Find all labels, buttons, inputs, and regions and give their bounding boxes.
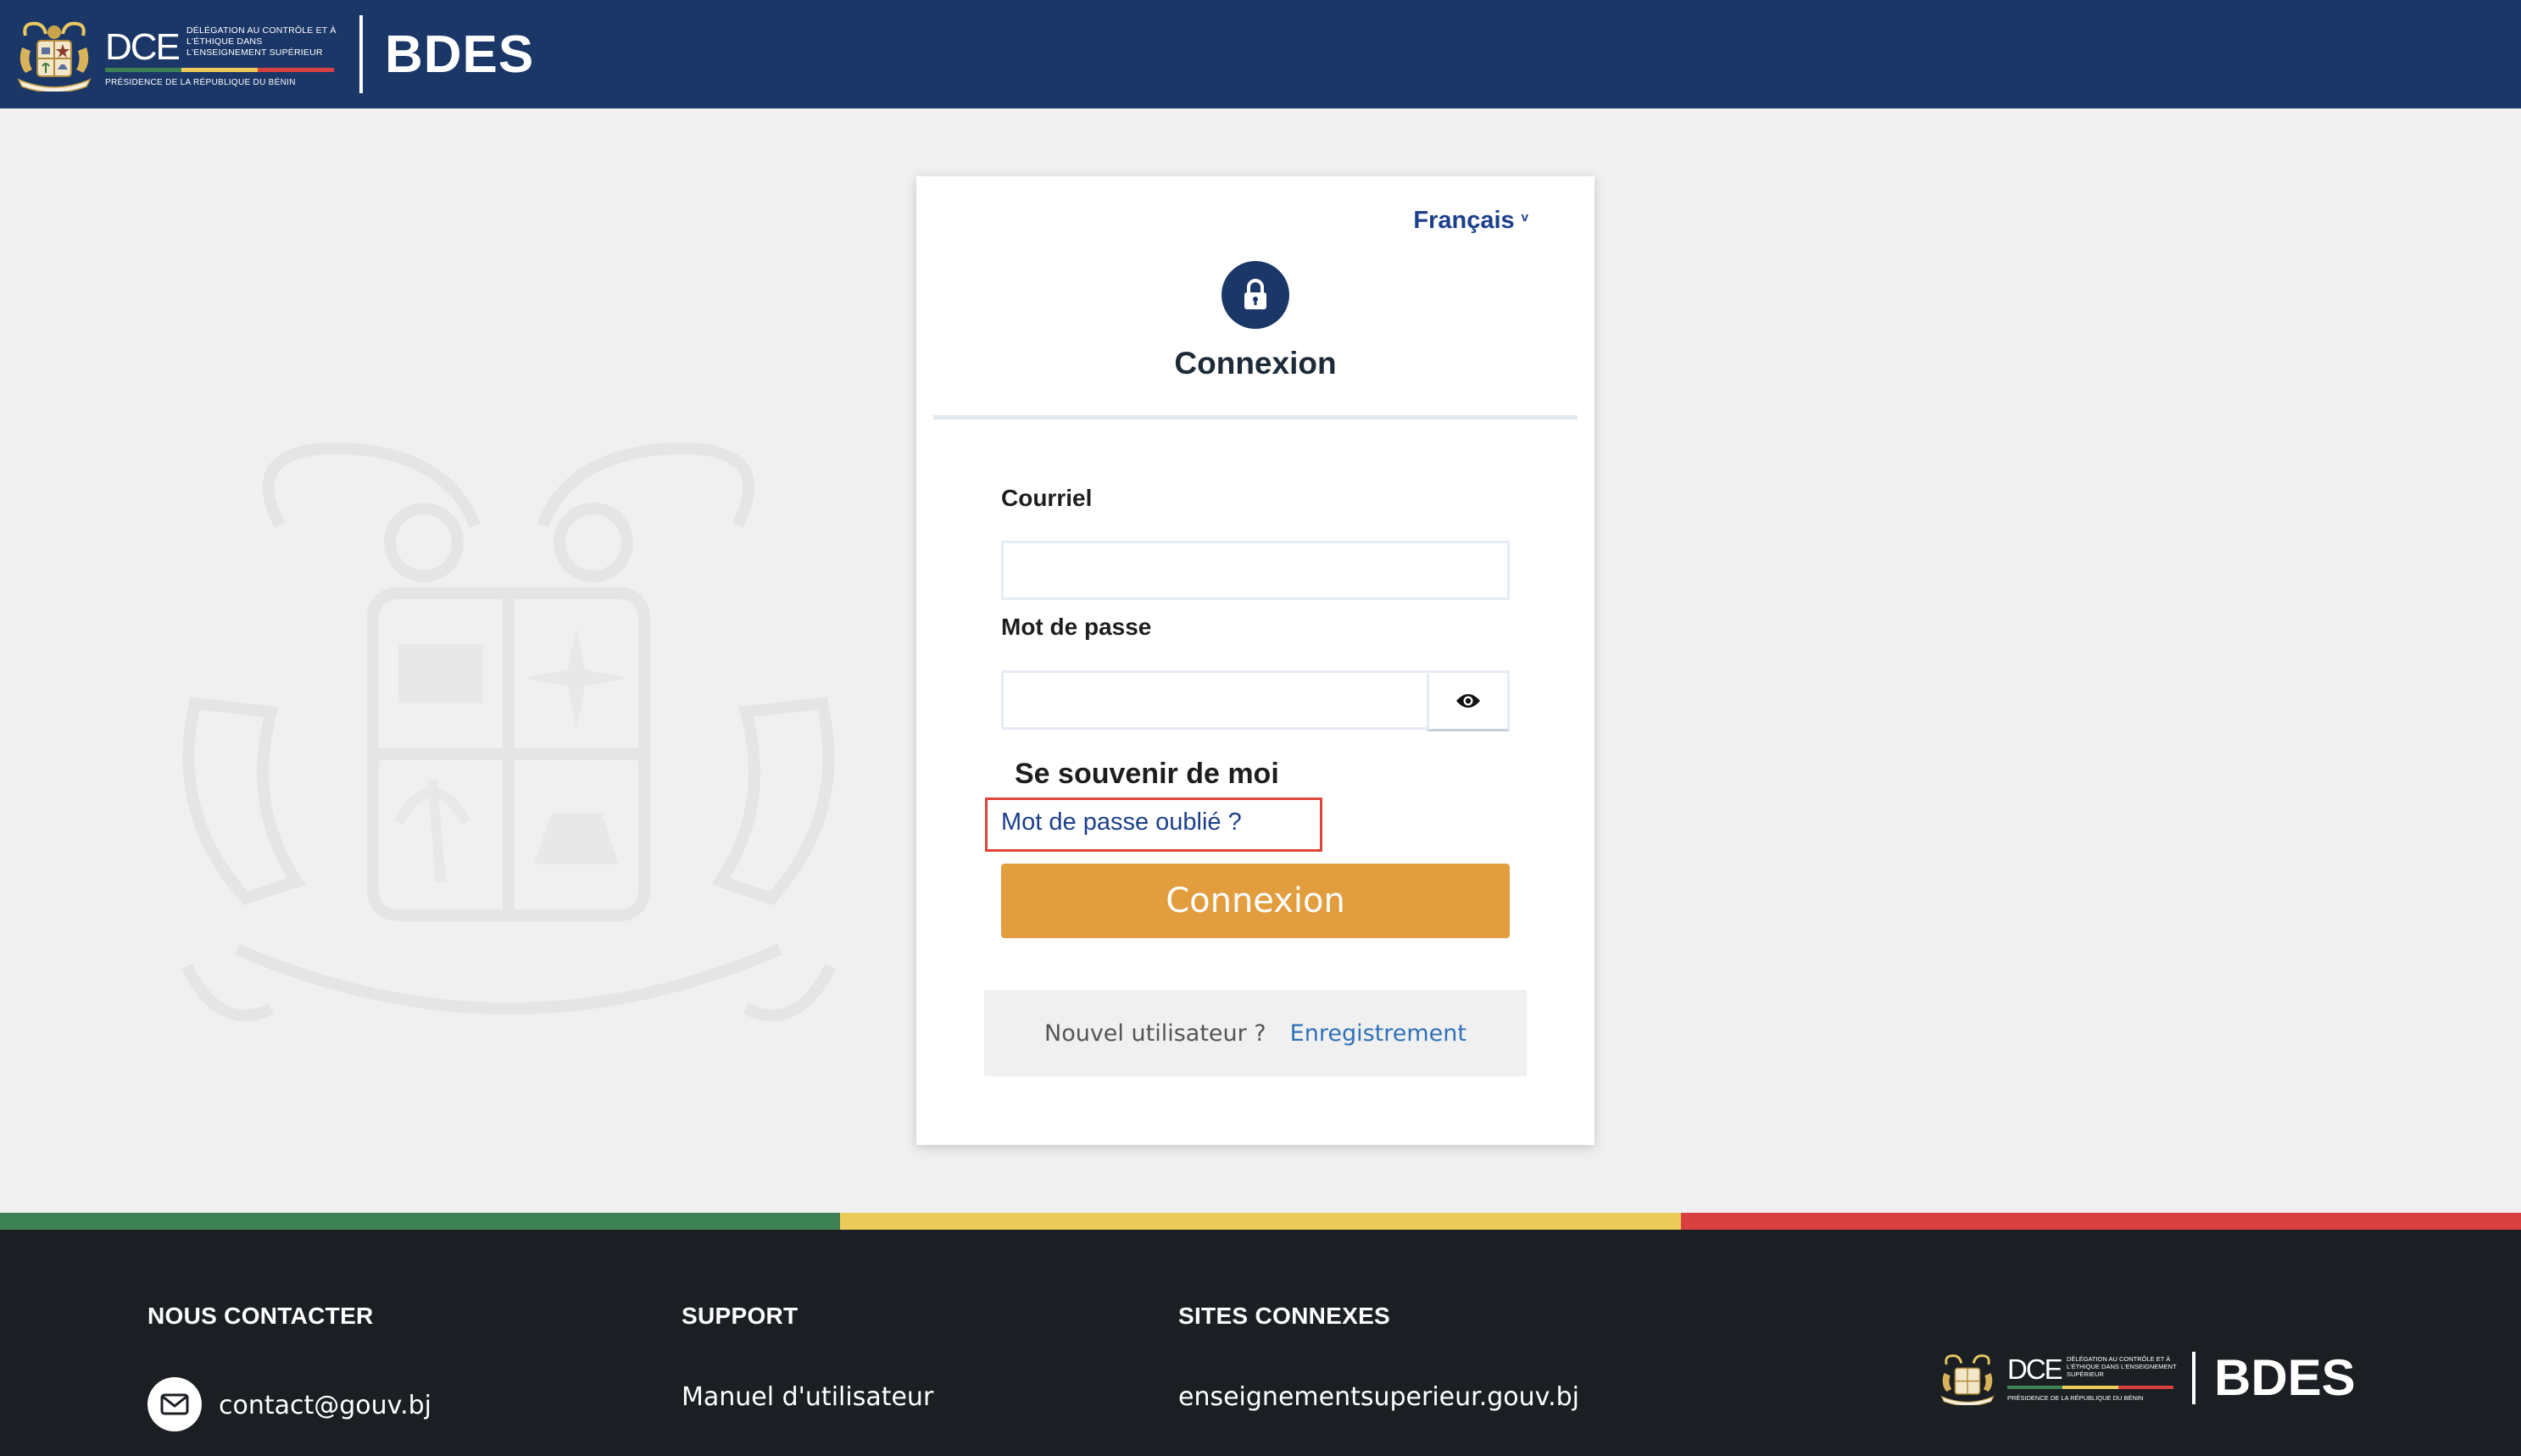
title-divider	[933, 415, 1578, 420]
related-sites-heading: SITES CONNEXES	[1178, 1303, 1391, 1329]
contact-email-link[interactable]: contact@gouv.bj	[219, 1391, 431, 1420]
envelope-icon	[147, 1377, 202, 1431]
benin-coat-of-arms-logo	[1940, 1353, 1995, 1405]
contact-heading: NOUS CONTACTER	[147, 1303, 374, 1329]
dce-description: DÉLÉGATION AU CONTRÔLE ET À L'ÉTHIQUE DA…	[186, 25, 337, 58]
dce-acronym: DCE	[105, 26, 181, 68]
footer-app-name: BDES	[2214, 1349, 2356, 1406]
eye-icon	[1456, 694, 1480, 708]
related-site-link[interactable]: enseignementsuperieur.gouv.bj	[1178, 1382, 1579, 1412]
dce-acronym: DCE	[2007, 1353, 2063, 1385]
dce-logo: DCE DÉLÉGATION AU CONTRÔLE ET À L'ÉTHIQU…	[105, 17, 337, 92]
login-button[interactable]: Connexion	[1001, 864, 1510, 938]
dce-description: DÉLÉGATION AU CONTRÔLE ET À L'ÉTHIQUE DA…	[2067, 1354, 2177, 1378]
user-manual-link[interactable]: Manuel d'utilisateur	[682, 1382, 933, 1412]
dce-flag-line	[105, 68, 334, 72]
footer-logo-divider	[2192, 1351, 2195, 1404]
password-label: Mot de passe	[1001, 614, 1152, 640]
top-header: DCE DÉLÉGATION AU CONTRÔLE ET À L'ÉTHIQU…	[0, 0, 2521, 108]
language-label: Français	[1413, 207, 1515, 234]
new-user-text: Nouvel utilisateur ?	[1044, 1020, 1266, 1047]
register-link[interactable]: Enregistrement	[1290, 1020, 1466, 1047]
login-title: Connexion	[1174, 346, 1337, 381]
email-field[interactable]	[1001, 541, 1510, 600]
footer: NOUS CONTACTER contact@gouv.bj SUPPORT M…	[0, 1230, 2521, 1456]
support-heading: SUPPORT	[682, 1303, 799, 1329]
register-panel: Nouvel utilisateur ? Enregistrement	[984, 990, 1527, 1076]
forgot-password-link[interactable]: Mot de passe oublié ?	[1001, 809, 1242, 836]
language-selector[interactable]: Français v	[1413, 207, 1528, 235]
footer-logo: DCE DÉLÉGATION AU CONTRÔLE ET À L'ÉTHIQU…	[1938, 1348, 2356, 1407]
remember-me-label[interactable]: Se souvenir de moi	[1015, 758, 1279, 791]
dce-presidency: PRÉSIDENCE DE LA RÉPUBLIQUE DU BÉNIN	[2007, 1393, 2144, 1402]
password-field[interactable]	[1001, 670, 1427, 730]
flag-stripe	[0, 1213, 2521, 1230]
dce-presidency: PRÉSIDENCE DE LA RÉPUBLIQUE DU BÉNIN	[105, 78, 296, 87]
chevron-down-icon: v	[1521, 210, 1528, 225]
dce-logo: DCE DÉLÉGATION AU CONTRÔLE ET À L'ÉTHIQU…	[2007, 1352, 2177, 1404]
coat-of-arms-watermark	[181, 442, 837, 1022]
login-card: Français v Connexion Courriel Mot de pas…	[916, 176, 1594, 1145]
toggle-password-visibility-button[interactable]	[1427, 670, 1510, 731]
lock-icon	[1222, 261, 1289, 329]
benin-coat-of-arms-logo	[17, 21, 92, 92]
email-label: Courriel	[1001, 485, 1093, 511]
dce-flag-line	[2007, 1385, 2173, 1389]
header-divider	[359, 15, 363, 93]
app-name: BDES	[385, 25, 535, 84]
